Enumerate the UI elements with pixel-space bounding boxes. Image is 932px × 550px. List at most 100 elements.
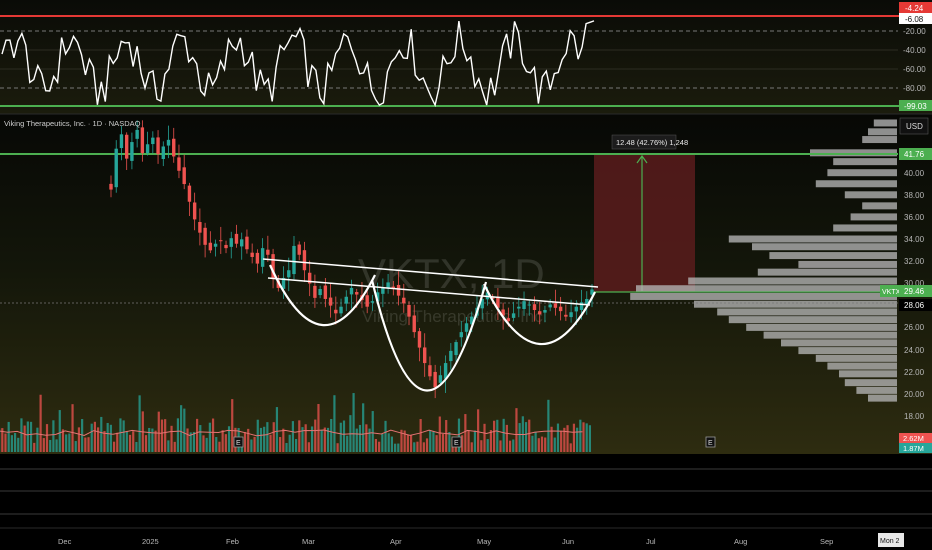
candle-body[interactable] xyxy=(172,138,176,157)
candle-body[interactable] xyxy=(187,185,192,202)
candle-body[interactable] xyxy=(266,249,270,255)
candle-body[interactable] xyxy=(511,313,516,318)
measure-range-box[interactable] xyxy=(594,154,695,292)
volume-bar xyxy=(288,434,291,452)
candle-body[interactable] xyxy=(255,252,260,264)
candle-body[interactable] xyxy=(339,306,343,314)
candle-body[interactable] xyxy=(192,202,197,220)
candle-body[interactable] xyxy=(229,238,233,247)
candle-body[interactable] xyxy=(260,248,265,267)
candle-body[interactable] xyxy=(318,289,322,296)
candle-body[interactable] xyxy=(506,318,511,322)
candle-body[interactable] xyxy=(208,242,213,251)
candle-body[interactable] xyxy=(302,250,307,271)
candle-body[interactable] xyxy=(297,244,301,255)
volume-bar xyxy=(342,420,346,452)
candle-body[interactable] xyxy=(459,332,463,338)
candle-body[interactable] xyxy=(532,304,537,311)
candle-body[interactable] xyxy=(250,252,254,257)
volume-profile-row xyxy=(815,180,897,188)
time-axis[interactable]: Dec 2025 Feb Mar Apr May Jun Jul Aug Sep… xyxy=(58,533,904,547)
volume-bar xyxy=(4,433,7,452)
volume-bar xyxy=(422,442,425,452)
candle-body[interactable] xyxy=(135,129,139,139)
volume-profile-row xyxy=(757,268,897,276)
candle-body[interactable] xyxy=(396,284,401,296)
measure-label: 12.48 (42.76%) 1,248 xyxy=(616,138,688,147)
candle-body[interactable] xyxy=(355,292,359,295)
candle-body[interactable] xyxy=(114,148,118,188)
candle-body[interactable] xyxy=(323,285,328,299)
candle-body[interactable] xyxy=(370,301,375,303)
neckline-price-label: 28.06 xyxy=(904,301,925,310)
candle-body[interactable] xyxy=(292,245,296,275)
candle-body[interactable] xyxy=(417,331,422,348)
candle-body[interactable] xyxy=(245,236,249,250)
volume-bar xyxy=(435,435,438,452)
event-marker-3[interactable]: E xyxy=(705,436,716,448)
candle-body[interactable] xyxy=(381,287,385,294)
candle-body[interactable] xyxy=(564,314,568,317)
volume-bar xyxy=(180,405,183,452)
candle-body[interactable] xyxy=(109,183,113,190)
candle-body[interactable] xyxy=(553,303,558,308)
event-marker-2[interactable]: E xyxy=(451,436,462,448)
candle-body[interactable] xyxy=(119,134,124,149)
candle-body[interactable] xyxy=(177,157,181,171)
candle-body[interactable] xyxy=(349,287,354,295)
candle-body[interactable] xyxy=(328,297,333,306)
candle-body[interactable] xyxy=(151,137,155,145)
volume-bar xyxy=(74,441,77,452)
candle-body[interactable] xyxy=(234,233,239,244)
candle-body[interactable] xyxy=(522,301,526,310)
candle-body[interactable] xyxy=(527,304,531,306)
candle-body[interactable] xyxy=(402,297,406,304)
candle-body[interactable] xyxy=(407,304,411,317)
candle-body[interactable] xyxy=(156,137,160,155)
candle-body[interactable] xyxy=(538,311,542,315)
candle-body[interactable] xyxy=(219,240,223,242)
candle-body[interactable] xyxy=(579,302,584,310)
candle-body[interactable] xyxy=(344,296,348,304)
candle-body[interactable] xyxy=(213,243,218,247)
candle-body[interactable] xyxy=(454,342,458,356)
candle-body[interactable] xyxy=(558,306,563,312)
candle-body[interactable] xyxy=(313,285,317,298)
volume-bar xyxy=(464,414,467,452)
volume-bar xyxy=(122,420,125,452)
candle-body[interactable] xyxy=(161,146,165,159)
candle-body[interactable] xyxy=(569,312,573,318)
candle-body[interactable] xyxy=(464,323,469,332)
volume-bar xyxy=(588,425,591,452)
candle-body[interactable] xyxy=(438,375,443,383)
candle-body[interactable] xyxy=(548,304,552,308)
candle-body[interactable] xyxy=(543,310,547,313)
chart-canvas[interactable]: -4.24 -6.08 -20.00 -40.00 -60.00 -80.00 … xyxy=(0,0,932,550)
candle-body[interactable] xyxy=(433,371,437,388)
candle-body[interactable] xyxy=(334,309,338,314)
time-label-dec: Dec xyxy=(58,537,72,546)
candle-body[interactable] xyxy=(422,347,427,364)
candle-body[interactable] xyxy=(224,244,228,249)
candle-body[interactable] xyxy=(386,282,390,289)
candle-body[interactable] xyxy=(287,270,291,278)
candle-body[interactable] xyxy=(182,167,186,185)
candle-body[interactable] xyxy=(240,239,244,247)
symbol-title[interactable]: Viking Therapeutics, Inc. · 1D · NASDAQ xyxy=(4,119,141,128)
candle-body[interactable] xyxy=(574,306,579,312)
candle-body[interactable] xyxy=(517,306,521,309)
volume-bar xyxy=(151,428,154,452)
candle-body[interactable] xyxy=(130,142,134,161)
candle-body[interactable] xyxy=(428,365,432,377)
candle-body[interactable] xyxy=(124,134,129,159)
candle-body[interactable] xyxy=(145,144,150,154)
candle-body[interactable] xyxy=(166,139,171,146)
event-marker-1[interactable]: E xyxy=(233,436,244,448)
candle-body[interactable] xyxy=(203,227,207,245)
candle-body[interactable] xyxy=(198,222,202,233)
candle-body[interactable] xyxy=(449,350,453,362)
volume-bar xyxy=(199,425,202,452)
candle-body[interactable] xyxy=(365,295,369,307)
candle-body[interactable] xyxy=(140,127,145,154)
candle-body[interactable] xyxy=(412,315,416,333)
